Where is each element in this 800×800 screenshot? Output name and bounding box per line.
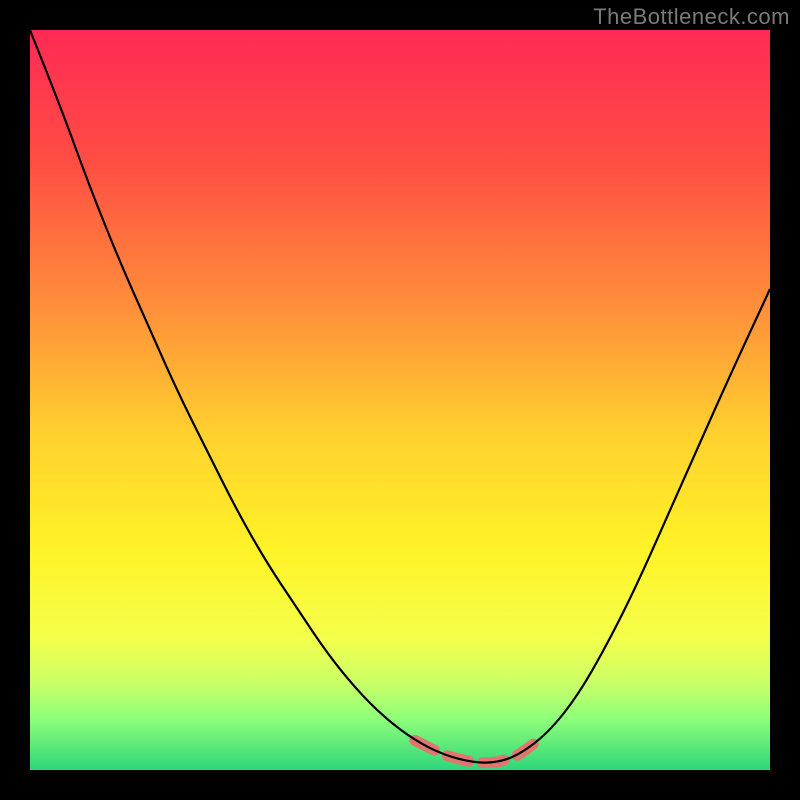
chart-svg: [30, 30, 770, 770]
chart-stage: TheBottleneck.com: [0, 0, 800, 800]
plot-area: [30, 30, 770, 770]
watermark-text: TheBottleneck.com: [593, 4, 790, 30]
gradient-background: [30, 30, 770, 770]
